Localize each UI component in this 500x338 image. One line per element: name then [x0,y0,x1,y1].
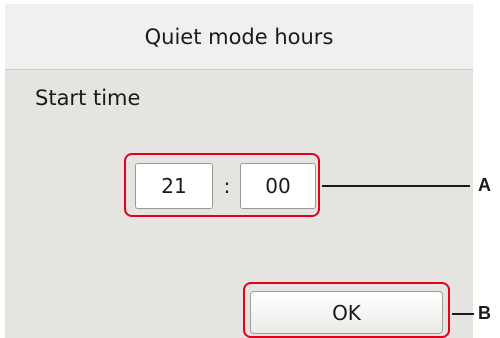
hour-field[interactable]: 21 [135,163,213,209]
start-time-label: Start time [35,86,141,110]
callout-a-label: A [478,175,491,195]
ok-button[interactable]: OK [250,291,443,334]
screen-title: Quiet mode hours [5,4,473,70]
callout-b-leader-line [452,313,474,315]
minute-field[interactable]: 00 [240,163,316,209]
callout-a-leader-line [322,185,470,187]
time-separator: : [223,174,231,198]
callout-b-label: B [478,303,491,323]
